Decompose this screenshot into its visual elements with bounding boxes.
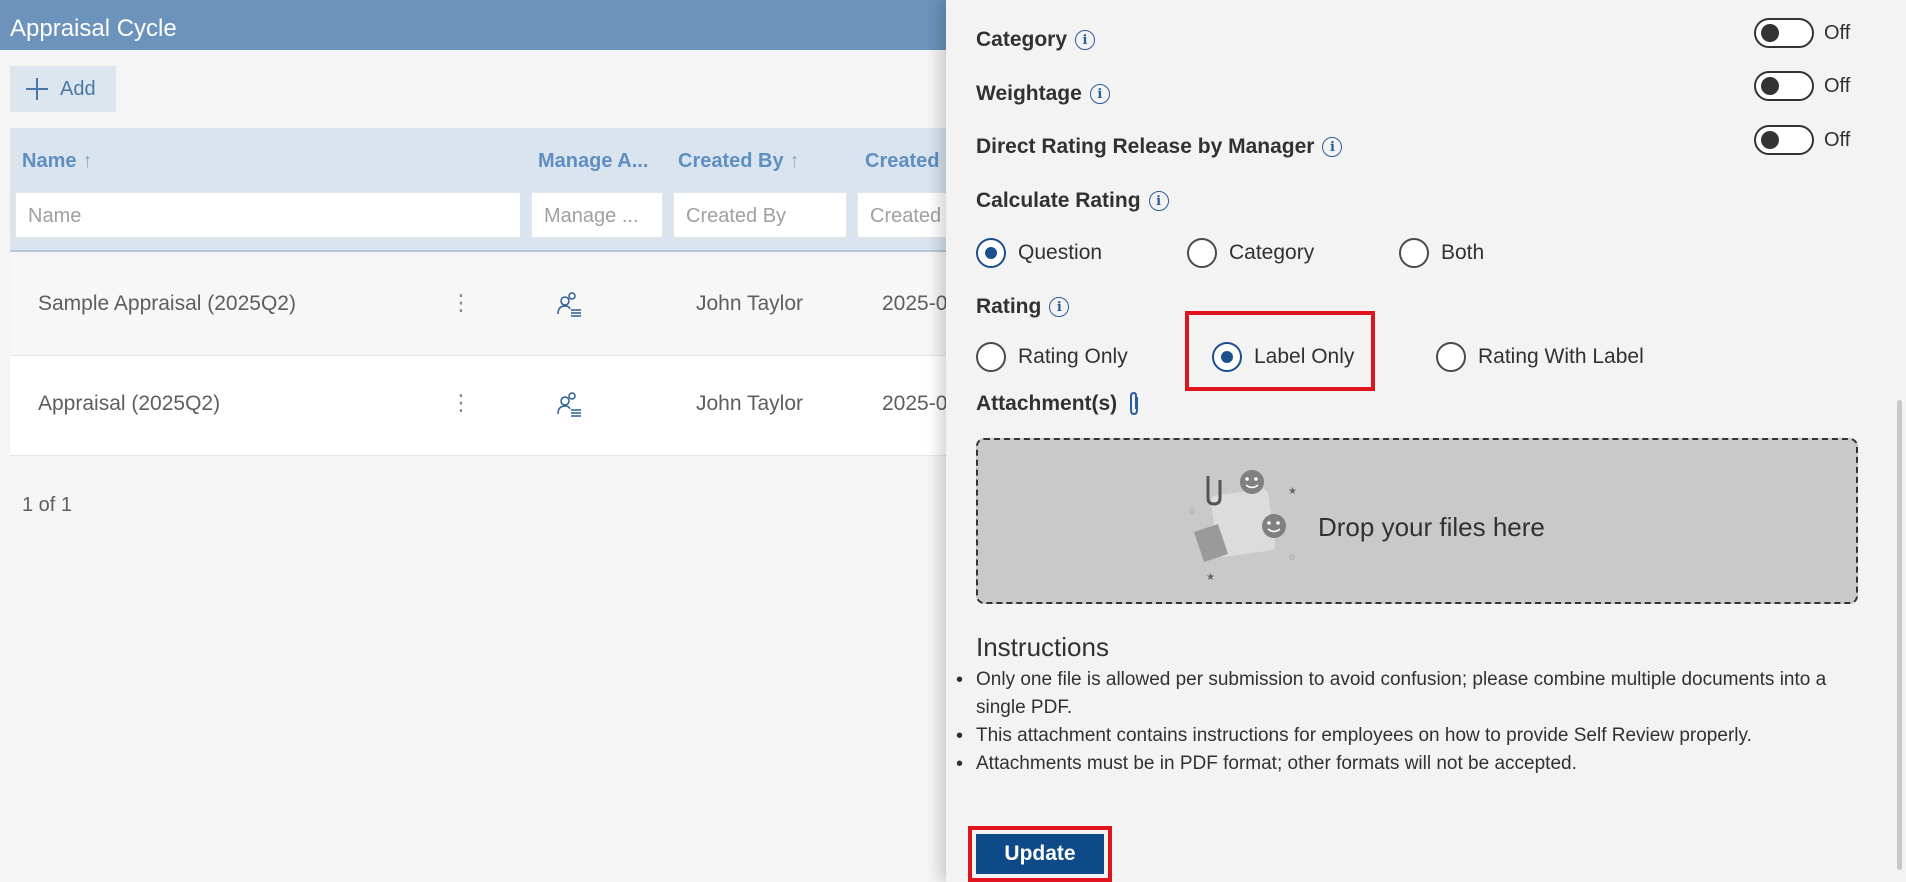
row-created-by: John Taylor [696,292,804,315]
direct-rating-release-label: Direct Rating Release by Manager i [976,135,1343,159]
row-name[interactable]: Sample Appraisal (2025Q2) [38,292,296,316]
radio-circle [1187,238,1217,268]
column-header-created-by[interactable]: Created By ↑ [678,150,800,173]
more-options-icon[interactable]: ⋮ [450,290,472,316]
radio-rating-only[interactable]: Rating Only [976,342,1128,372]
radio-category[interactable]: Category [1187,238,1314,268]
edit-panel: Category i Off Weightage i Off Direct Rati… [946,0,1906,882]
grid-header: Name ↑ Manage A... Created By ↑ Created Na… [10,128,960,252]
table-row[interactable]: Sample Appraisal (2025Q2) ⋮ John Taylor … [10,256,960,356]
radio-rating-with-label[interactable]: Rating With Label [1436,342,1644,372]
column-header-name[interactable]: Name ↑ [22,150,92,173]
radio-circle [976,342,1006,372]
update-button-highlight: Update [968,826,1112,882]
filter-manage-input[interactable]: Manage ... [531,192,663,238]
column-header-manage[interactable]: Manage A... [538,150,648,173]
add-button-label: Add [60,77,96,100]
weightage-toggle[interactable] [1754,71,1814,101]
pager-text: 1 of 1 [22,494,73,516]
sort-ascending-icon: ↑ [82,150,93,172]
radio-question[interactable]: Question [976,238,1102,268]
radio-circle [976,238,1006,268]
manage-users-icon[interactable] [554,390,584,420]
row-name[interactable]: Appraisal (2025Q2) [38,392,220,416]
filter-created-by-input[interactable]: Created By [673,192,847,238]
svg-text:★: ★ [1288,486,1297,497]
direct-rating-release-toggle[interactable] [1754,125,1814,155]
radio-label-only[interactable]: Label Only [1212,342,1354,372]
rating-label: Rating i [976,295,1070,319]
instruction-item: Only one file is allowed per submission … [956,666,1876,722]
sort-ascending-icon: ↑ [789,150,800,172]
radio-both[interactable]: Both [1399,238,1484,268]
calculate-rating-label: Calculate Rating i [976,189,1169,213]
update-button[interactable]: Update [976,834,1104,874]
info-icon[interactable]: i [1322,137,1343,157]
instruction-item: This attachment contains instructions fo… [956,722,1876,750]
svg-text:☆: ☆ [1288,552,1296,562]
drop-zone-text: Drop your files here [1318,512,1545,542]
info-icon[interactable]: i [1148,191,1169,211]
add-button[interactable]: Add [10,66,116,112]
svg-text:★: ★ [1206,572,1215,583]
column-header-created[interactable]: Created [865,150,939,173]
row-created: 2025-0 [882,292,948,315]
info-icon[interactable]: i [1049,297,1070,317]
category-toggle[interactable] [1754,18,1814,48]
svg-text:☆: ☆ [1188,506,1196,516]
attachments-label: Attachment(s) [976,391,1143,417]
info-icon[interactable]: i [1089,84,1110,104]
filter-name-input[interactable]: Name [15,192,521,238]
panel-scrollbar[interactable] [1897,400,1902,870]
radio-circle [1399,238,1429,268]
row-created-by: John Taylor [696,392,804,415]
radio-circle [1436,342,1466,372]
filter-created-input[interactable]: Created [857,192,960,238]
direct-rating-release-toggle-state: Off [1824,129,1851,151]
more-options-icon[interactable]: ⋮ [450,390,472,416]
table-row[interactable]: Appraisal (2025Q2) ⋮ John Taylor 2025-0 [10,356,960,456]
weightage-toggle-state: Off [1824,75,1851,97]
file-drop-zone[interactable]: ★ ☆ ★ ☆ Drop your files here [976,438,1858,604]
category-toggle-state: Off [1824,22,1851,44]
info-icon[interactable]: i [1075,30,1096,50]
plus-icon [26,78,48,100]
weightage-label: Weightage i [976,82,1110,106]
instruction-item: Attachments must be in PDF format; other… [956,750,1876,778]
page-title: Appraisal Cycle [0,0,960,50]
instructions-list: Only one file is allowed per submission … [956,666,1876,778]
category-label: Category i [976,28,1096,52]
manage-users-icon[interactable] [554,290,584,320]
radio-circle [1212,342,1242,372]
row-created: 2025-0 [882,392,948,415]
paperclip-icon[interactable] [1125,391,1143,417]
instructions-title: Instructions [976,632,1109,662]
file-drop-illustration-icon: ★ ☆ ★ ☆ [1188,470,1297,583]
